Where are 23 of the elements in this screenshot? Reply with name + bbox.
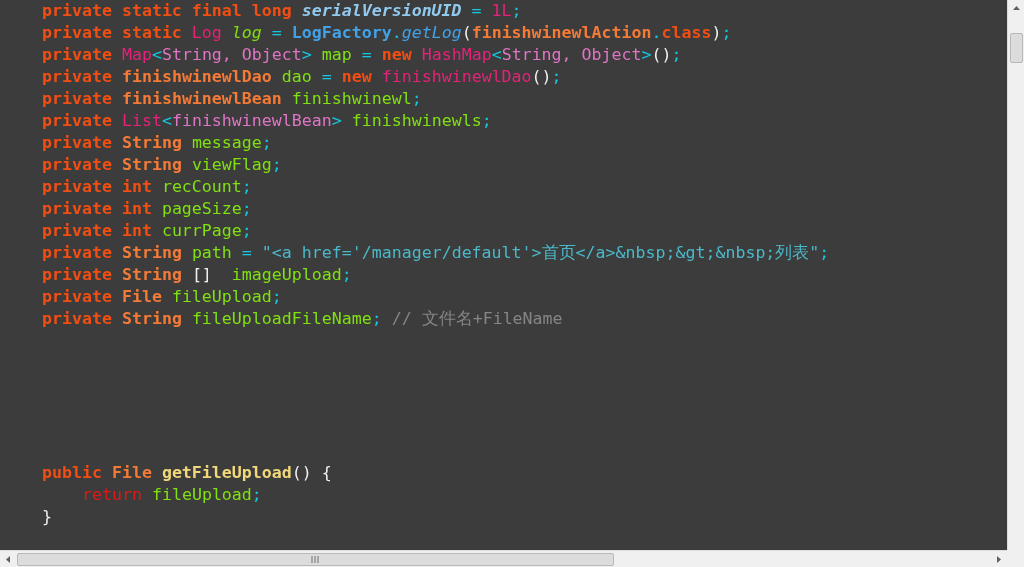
code-line: } [42, 506, 52, 528]
code-line: private String fileUploadFileName; // 文件名+FileName [42, 308, 563, 330]
vertical-scrollbar[interactable] [1007, 0, 1024, 550]
code-line: private static Log log = LogFactory.getLog(finishwinewlAction.class); [42, 22, 732, 44]
code-line: private List<finishwinewlBean> finishwinewls; [42, 110, 492, 132]
code-line: public File getFileUpload() { [42, 462, 332, 484]
code-line: private String message; [42, 132, 272, 154]
code-line: private String path = "<a href='/manager/default'>首页</a>&nbsp;&gt;&nbsp;列表"; [42, 242, 830, 264]
code-line: private finishwinewlBean finishwinewl; [42, 88, 422, 110]
code-line: private static final long serialVersionUID = 1L; [42, 0, 522, 22]
code-line: private int pageSize; [42, 198, 252, 220]
scroll-thumb[interactable] [17, 552, 614, 566]
code-line: private int recCount; [42, 176, 252, 198]
code-line: private File fileUpload; [42, 286, 282, 308]
scroll-thumb[interactable] [1009, 33, 1023, 63]
code-line: private int currPage; [42, 220, 252, 242]
horizontal-scrollbar[interactable] [0, 550, 1007, 567]
code-line: private Map<String, Object> map = new HashMap<String, Object>(); [42, 44, 682, 66]
code-line: private String viewFlag; [42, 154, 282, 176]
code-line: private String [] imageUpload; [42, 264, 352, 286]
code-line: private finishwinewlDao dao = new finishwinewlDao(); [42, 66, 562, 88]
grip-icon [311, 555, 320, 563]
code-line: return fileUpload; [82, 484, 262, 506]
